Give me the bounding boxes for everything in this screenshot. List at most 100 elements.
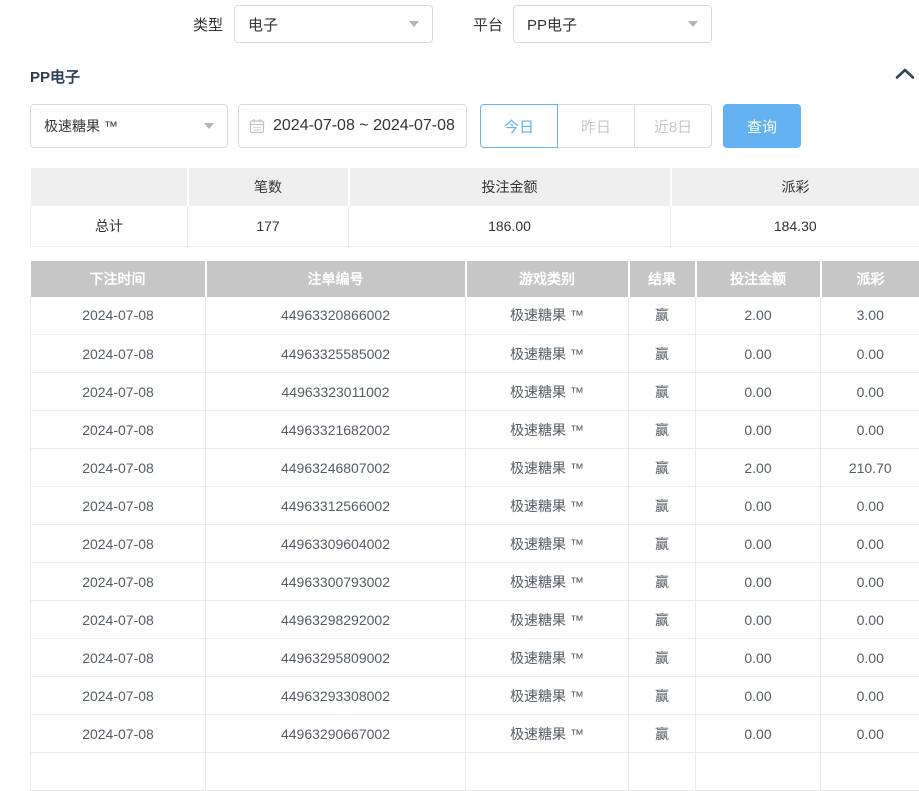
payout-cell: 0.00 [821,563,919,601]
game-category-cell: 极速糖果 ™ [466,677,629,715]
page: 类型 电子 平台 PP电子 PP电子 极速糖果 ™ [0,5,919,791]
table-row: 2024-07-0844963320866002极速糖果 ™赢2.003.00 [31,297,919,335]
bet-amount-cell: 0.00 [696,335,821,373]
result-cell: 赢 [629,639,696,677]
game-category-cell: 极速糖果 ™ [466,335,629,373]
bet-amount-cell: 0.00 [696,525,821,563]
table-row: 2024-07-0844963293308002极速糖果 ™赢0.000.00 [31,677,919,715]
game-category-cell [466,753,629,791]
bet-time-cell: 2024-07-08 [31,335,206,373]
payout-cell: 0.00 [821,677,919,715]
game-category-cell: 极速糖果 ™ [466,639,629,677]
chevron-down-icon [409,21,419,27]
bet-amount-cell: 0.00 [696,411,821,449]
game-category-cell: 极速糖果 ™ [466,449,629,487]
result-cell: 赢 [629,373,696,411]
table-row: 2024-07-0844963295809002极速糖果 ™赢0.000.00 [31,639,919,677]
bet-table-body: 2024-07-0844963320866002极速糖果 ™赢2.003.002… [31,297,919,791]
section-title: PP电子 [30,69,80,86]
table-row: 2024-07-0844963325585002极速糖果 ™赢0.000.00 [31,335,919,373]
order-id-cell: 44963298292002 [206,601,466,639]
bet-time-cell: 2024-07-08 [31,449,206,487]
summary-total-row: 总计 177 186.00 184.30 [31,206,919,246]
table-row: 2024-07-0844963290667002极速糖果 ™赢0.000.00 [31,715,919,753]
bet-amount-cell: 2.00 [696,297,821,335]
summary-bet-amount-value: 186.00 [349,206,671,246]
today-button[interactable]: 今日 [480,104,558,148]
bet-table-header-row: 下注时间 注单编号 游戏类别 结果 投注金额 派彩 [31,261,919,297]
order-id-cell: 44963293308002 [206,677,466,715]
game-category-cell: 极速糖果 ™ [466,297,629,335]
bet-amount-cell: 0.00 [696,563,821,601]
top-filter-bar: 类型 电子 平台 PP电子 [193,5,919,43]
bet-amount-cell: 2.00 [696,449,821,487]
result-cell: 赢 [629,677,696,715]
payout-cell: 3.00 [821,297,919,335]
bet-time-cell: 2024-07-08 [31,715,206,753]
order-id-cell: 44963290667002 [206,715,466,753]
calendar-icon [249,118,265,134]
type-select[interactable]: 电子 [234,5,433,43]
platform-select[interactable]: PP电子 [513,5,712,43]
game-category-cell: 极速糖果 ™ [466,373,629,411]
type-label: 类型 [193,14,223,35]
game-select-value: 极速糖果 ™ [44,116,118,136]
game-category-cell: 极速糖果 ™ [466,411,629,449]
summary-payout-value: 184.30 [671,206,919,246]
bet-amount-cell: 0.00 [696,373,821,411]
payout-cell: 0.00 [821,411,919,449]
platform-label: 平台 [473,14,503,35]
result-cell: 赢 [629,487,696,525]
quick-range-group: 今日 昨日 近8日 [480,104,712,148]
result-cell: 赢 [629,525,696,563]
payout-cell: 0.00 [821,487,919,525]
result-cell: 赢 [629,449,696,487]
result-cell: 赢 [629,563,696,601]
header-order-id: 注单编号 [206,261,466,297]
game-select[interactable]: 极速糖果 ™ [30,104,228,148]
yesterday-button[interactable]: 昨日 [557,104,635,148]
chevron-down-icon [688,21,698,27]
last-8-days-button[interactable]: 近8日 [634,104,712,148]
table-row: 2024-07-0844963323011002极速糖果 ™赢0.000.00 [31,373,919,411]
table-row: 2024-07-0844963246807002极速糖果 ™赢2.00210.7… [31,449,919,487]
game-category-cell: 极速糖果 ™ [466,563,629,601]
payout-cell: 0.00 [821,639,919,677]
summary-count-value: 177 [188,206,349,246]
payout-cell [821,753,919,791]
search-button[interactable]: 查询 [723,104,801,148]
table-row: 2024-07-0844963300793002极速糖果 ™赢0.000.00 [31,563,919,601]
payout-cell: 0.00 [821,715,919,753]
bet-time-cell: 2024-07-08 [31,601,206,639]
bet-amount-cell: 0.00 [696,677,821,715]
bet-time-cell: 2024-07-08 [31,297,206,335]
header-result: 结果 [629,261,696,297]
payout-cell: 210.70 [821,449,919,487]
section-header: PP电子 [30,66,919,86]
date-range-input[interactable]: 2024-07-08 ~ 2024-07-08 [238,104,467,148]
bet-time-cell: 2024-07-08 [31,373,206,411]
bet-time-cell: 2024-07-08 [31,411,206,449]
result-cell [629,753,696,791]
result-cell: 赢 [629,601,696,639]
bet-time-cell: 2024-07-08 [31,525,206,563]
table-row-partial [31,753,919,791]
order-id-cell: 44963323011002 [206,373,466,411]
bet-amount-cell: 0.00 [696,601,821,639]
order-id-cell: 44963325585002 [206,335,466,373]
result-cell: 赢 [629,297,696,335]
bet-time-cell: 2024-07-08 [31,487,206,525]
game-category-cell: 极速糖果 ™ [466,525,629,563]
bet-amount-cell: 0.00 [696,639,821,677]
bet-time-cell: 2024-07-08 [31,677,206,715]
header-bet-amount: 投注金额 [696,261,821,297]
summary-header-count: 笔数 [188,168,349,206]
chevron-up-icon[interactable] [895,67,915,80]
summary-header-blank [31,168,188,206]
order-id-cell: 44963320866002 [206,297,466,335]
type-select-value: 电子 [248,14,278,35]
payout-cell: 0.00 [821,525,919,563]
bet-time-cell [31,753,206,791]
bet-time-cell: 2024-07-08 [31,563,206,601]
order-id-cell: 44963300793002 [206,563,466,601]
